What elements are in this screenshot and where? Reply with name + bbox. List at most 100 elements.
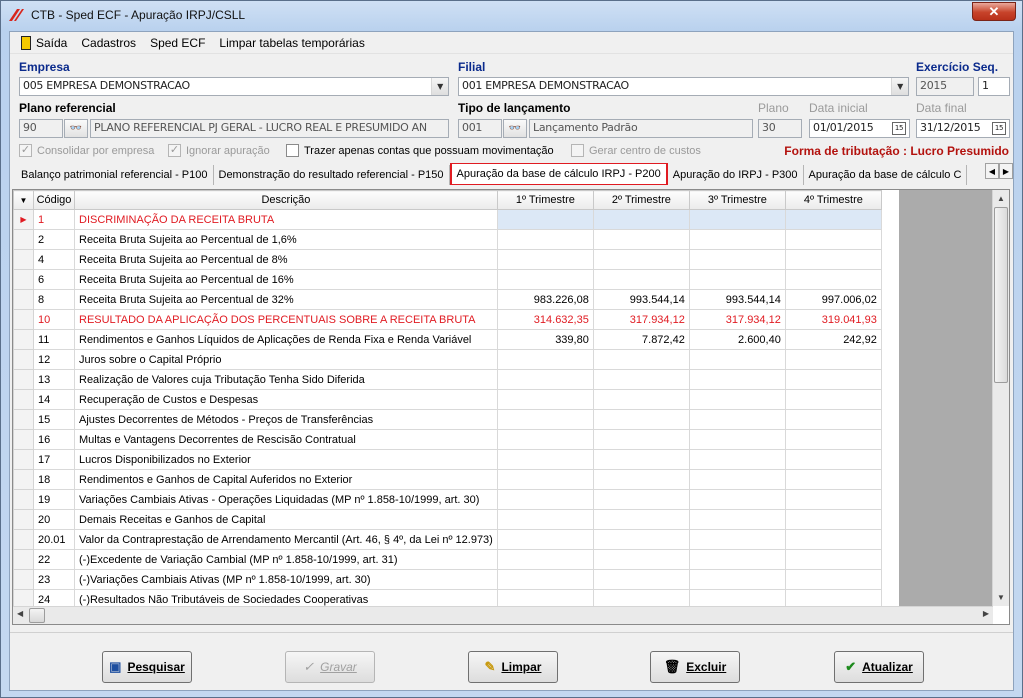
cell-codigo[interactable]: 1 [33,209,75,230]
cell-trimestre-4[interactable] [784,229,882,250]
cell-trimestre-2[interactable] [592,389,690,410]
cell-trimestre-1[interactable] [496,249,594,270]
row-indicator[interactable] [13,289,34,310]
cell-codigo[interactable]: 15 [33,409,75,430]
column-header-codigo[interactable]: Código [33,190,75,210]
tab-apuracao-irpj-p300[interactable]: Apuração do IRPJ - P300 [667,165,804,185]
cell-trimestre-3[interactable]: 317.934,12 [688,309,786,330]
cell-descricao[interactable]: Demais Receitas e Ganhos de Capital [74,509,498,530]
cell-trimestre-2[interactable] [592,349,690,370]
ignorar-apuracao-checkbox[interactable]: ✓ Ignorar apuração [168,144,270,157]
menu-item-limpar-tabelas[interactable]: Limpar tabelas temporárias [212,34,371,52]
cell-codigo[interactable]: 20 [33,509,75,530]
exercicio-year-field[interactable]: 2015 [916,77,974,96]
cell-trimestre-2[interactable] [592,429,690,450]
scroll-right-icon[interactable]: ▶ [983,609,989,618]
cell-trimestre-1[interactable] [496,449,594,470]
cell-codigo[interactable]: 6 [33,269,75,290]
cell-trimestre-2[interactable]: 993.544,14 [592,289,690,310]
table-row[interactable]: 2 Receita Bruta Sujeita ao Percentual de … [13,229,882,250]
cell-trimestre-1[interactable] [496,409,594,430]
cell-trimestre-1[interactable]: 339,80 [496,329,594,350]
row-indicator[interactable] [13,229,34,250]
tab-apuracao-base-csll[interactable]: Apuração da base de cálculo C [803,165,968,185]
limpar-button[interactable]: ✎ Limpar [468,651,558,683]
row-pointer-icon[interactable]: ▶ [13,209,34,230]
row-indicator[interactable] [13,369,34,390]
chevron-down-icon[interactable]: ▼ [891,78,908,95]
tab-balanco-p100[interactable]: Balanço patrimonial referencial - P100 [16,165,214,185]
chevron-left-icon[interactable]: ◀ [985,163,999,179]
table-row[interactable]: 22 (-)Excedente de Variação Cambial (MP n… [13,549,882,570]
cell-trimestre-4[interactable] [784,469,882,490]
exercicio-seq-field[interactable]: 1 [978,77,1010,96]
pesquisar-button[interactable]: ▣ Pesquisar [102,651,192,683]
excluir-button[interactable]: 🗑 Excluir [650,651,740,683]
cell-descricao[interactable]: Receita Bruta Sujeita ao Percentual de 1… [74,229,498,250]
cell-trimestre-2[interactable] [592,549,690,570]
cell-trimestre-3[interactable] [688,569,786,590]
row-indicator[interactable] [13,409,34,430]
gerar-centro-custos-checkbox[interactable]: Gerar centro de custos [571,144,701,157]
cell-trimestre-4[interactable] [784,449,882,470]
column-header-trimestre-4[interactable]: 4º Trimestre [784,190,882,210]
title-bar[interactable]: CTB - Sped ECF - Apuração IRPJ/CSLL ✕ [1,1,1022,29]
cell-trimestre-4[interactable] [784,249,882,270]
table-row[interactable]: 17 Lucros Disponibilizados no Exterior [13,449,882,470]
chevron-down-icon[interactable]: ▼ [431,78,448,95]
cell-trimestre-2[interactable] [592,249,690,270]
cell-trimestre-4[interactable] [784,209,882,230]
table-row[interactable]: 18 Rendimentos e Ganhos de Capital Auferi… [13,469,882,490]
cell-trimestre-3[interactable] [688,369,786,390]
cell-trimestre-2[interactable] [592,469,690,490]
table-row[interactable]: 20.01 Valor da Contraprestação de Arrenda… [13,529,882,550]
cell-descricao[interactable]: (-)Excedente de Variação Cambial (MP nº … [74,549,498,570]
cell-trimestre-1[interactable]: 314.632,35 [496,309,594,330]
consolidar-empresa-checkbox[interactable]: ✓ Consolidar por empresa [19,144,154,157]
cell-descricao[interactable]: Multas e Vantagens Decorrentes de Rescis… [74,429,498,450]
cell-trimestre-2[interactable] [592,229,690,250]
row-indicator[interactable] [13,489,34,510]
cell-trimestre-1[interactable] [496,569,594,590]
data-inicial-field[interactable]: 01/01/2015 15 [809,119,910,138]
cell-trimestre-1[interactable] [496,429,594,450]
cell-trimestre-4[interactable] [784,509,882,530]
row-indicator[interactable] [13,449,34,470]
empresa-select[interactable]: 005 EMPRESA DEMONSTRACAO ▼ [19,77,449,96]
cell-trimestre-3[interactable] [688,429,786,450]
cell-trimestre-1[interactable] [496,489,594,510]
cell-trimestre-3[interactable] [688,209,786,230]
cell-trimestre-1[interactable] [496,209,594,230]
cell-trimestre-2[interactable] [592,509,690,530]
calendar-icon[interactable]: 15 [992,122,1006,135]
row-indicator[interactable] [13,349,34,370]
menu-item-cadastros[interactable]: Cadastros [74,34,143,52]
cell-codigo[interactable]: 16 [33,429,75,450]
cell-trimestre-3[interactable] [688,469,786,490]
row-indicator[interactable] [13,429,34,450]
cell-descricao[interactable]: Receita Bruta Sujeita ao Percentual de 8… [74,249,498,270]
atualizar-button[interactable]: ✔ Atualizar [834,651,924,683]
cell-codigo[interactable]: 2 [33,229,75,250]
column-header-trimestre-2[interactable]: 2º Trimestre [592,190,690,210]
cell-trimestre-4[interactable] [784,529,882,550]
cell-codigo[interactable]: 13 [33,369,75,390]
tipo-lancamento-lookup-button[interactable]: 👓 [503,119,527,138]
table-row[interactable]: 11 Rendimentos e Ganhos Líquidos de Aplic… [13,329,882,350]
cell-descricao[interactable]: Rendimentos e Ganhos Líquidos de Aplicaç… [74,329,498,350]
cell-trimestre-4[interactable]: 242,92 [784,329,882,350]
cell-trimestre-3[interactable] [688,409,786,430]
cell-descricao[interactable]: DISCRIMINAÇÃO DA RECEITA BRUTA [74,209,498,230]
cell-trimestre-1[interactable] [496,549,594,570]
calendar-icon[interactable]: 15 [892,122,906,135]
row-indicator[interactable] [13,329,34,350]
vertical-scrollbar[interactable]: ▲ ▼ [992,190,1009,606]
cell-codigo[interactable]: 12 [33,349,75,370]
cell-codigo[interactable]: 19 [33,489,75,510]
horizontal-scrollbar[interactable]: ◀ ▶ [13,606,993,624]
cell-descricao[interactable]: Ajustes Decorrentes de Métodos - Preços … [74,409,498,430]
cell-trimestre-4[interactable]: 997.006,02 [784,289,882,310]
cell-trimestre-4[interactable] [784,429,882,450]
cell-trimestre-4[interactable] [784,489,882,510]
menu-item-sped-ecf[interactable]: Sped ECF [143,34,212,52]
